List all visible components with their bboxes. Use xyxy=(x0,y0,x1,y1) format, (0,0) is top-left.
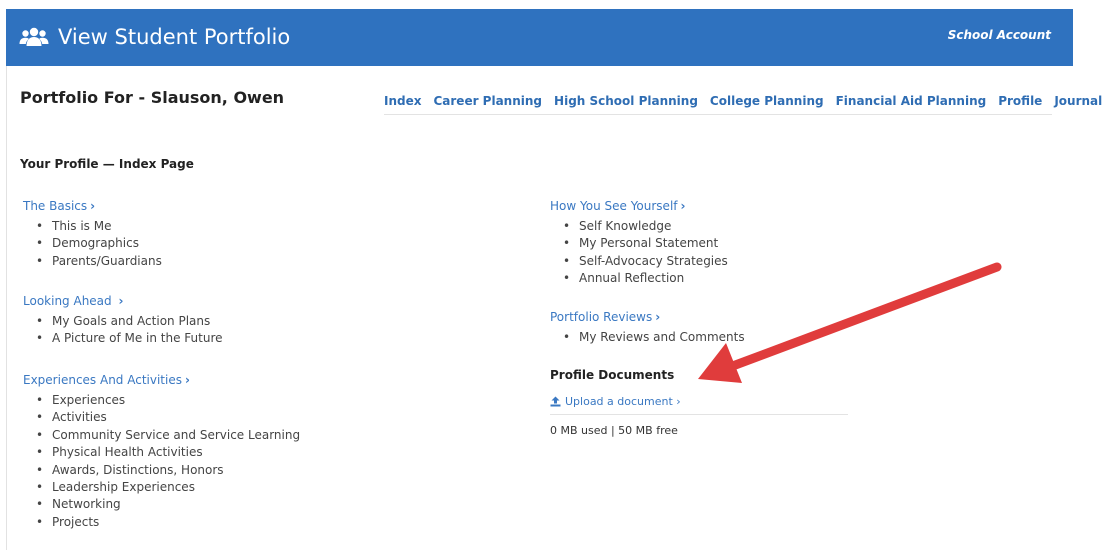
list-item: Projects xyxy=(36,514,300,532)
upload-document-link[interactable]: Upload a document › xyxy=(550,395,681,408)
annotation-arrow xyxy=(698,262,1002,383)
chevron-right-icon: › xyxy=(680,199,686,213)
list-item: Self Knowledge xyxy=(563,218,728,236)
list-item: My Personal Statement xyxy=(563,235,728,253)
chevron-right-icon: › xyxy=(184,373,190,387)
documents-divider xyxy=(550,414,848,415)
nav-divider xyxy=(384,114,1052,115)
list-item: Physical Health Activities xyxy=(36,444,300,462)
section-title-label: Experiences And Activities xyxy=(23,373,182,387)
section-experiences-activities: Experiences And Activities› Experiences … xyxy=(23,369,300,532)
portfolio-nav: Index Career Planning High School Planni… xyxy=(384,94,1102,108)
upload-document-label: Upload a document › xyxy=(565,395,681,408)
portfolio-owner-title: Portfolio For - Slauson, Owen xyxy=(20,88,285,107)
section-link-the-basics[interactable]: The Basics › xyxy=(23,198,95,214)
nav-index[interactable]: Index xyxy=(384,94,421,108)
section-title-label: Portfolio Reviews xyxy=(550,310,653,324)
list-item: A Picture of Me in the Future xyxy=(36,330,223,348)
chevron-right-icon: › xyxy=(655,310,661,324)
chevron-right-icon: › xyxy=(118,294,124,308)
list-item: My Goals and Action Plans xyxy=(36,313,223,331)
page-left-border xyxy=(6,66,7,550)
chevron-right-icon: › xyxy=(90,199,96,213)
app-header: View Student Portfolio School Account xyxy=(6,9,1073,66)
list-item: Experiences xyxy=(36,392,300,410)
nav-college-planning[interactable]: College Planning xyxy=(710,94,824,108)
nav-high-school-planning[interactable]: High School Planning xyxy=(554,94,698,108)
list-item: Activities xyxy=(36,409,300,427)
section-title-label: Looking Ahead xyxy=(23,294,112,308)
nav-financial-aid-planning[interactable]: Financial Aid Planning xyxy=(836,94,987,108)
section-the-basics: The Basics› This is Me Demographics Pare… xyxy=(23,195,162,271)
section-looking-ahead: Looking Ahead › My Goals and Action Plan… xyxy=(23,290,223,348)
section-title-label: The Basics xyxy=(23,199,88,213)
upload-icon xyxy=(550,396,561,407)
list-item: Awards, Distinctions, Honors xyxy=(36,462,300,480)
profile-index-heading: Your Profile — Index Page xyxy=(20,157,194,171)
storage-usage: 0 MB used | 50 MB free xyxy=(550,424,678,437)
list-item: Networking xyxy=(36,496,300,514)
profile-documents-heading: Profile Documents xyxy=(550,368,675,382)
list-item: Leadership Experiences xyxy=(36,479,300,497)
section-link-looking-ahead[interactable]: Looking Ahead › xyxy=(23,293,123,309)
people-icon xyxy=(19,27,49,46)
nav-profile[interactable]: Profile xyxy=(998,94,1042,108)
list-item: This is Me xyxy=(36,218,162,236)
list-item: Parents/Guardians xyxy=(36,253,162,271)
list-item: Community Service and Service Learning xyxy=(36,427,300,445)
section-link-experiences-activities[interactable]: Experiences And Activities › xyxy=(23,372,190,388)
nav-career-planning[interactable]: Career Planning xyxy=(433,94,542,108)
list-item: Demographics xyxy=(36,235,162,253)
section-title-label: How You See Yourself xyxy=(550,199,678,213)
page-title: View Student Portfolio xyxy=(58,25,291,49)
school-account-link[interactable]: School Account xyxy=(948,28,1051,42)
section-link-portfolio-reviews[interactable]: Portfolio Reviews › xyxy=(550,309,660,325)
nav-journal[interactable]: Journal xyxy=(1054,94,1102,108)
section-link-how-you-see-yourself[interactable]: How You See Yourself › xyxy=(550,198,685,214)
